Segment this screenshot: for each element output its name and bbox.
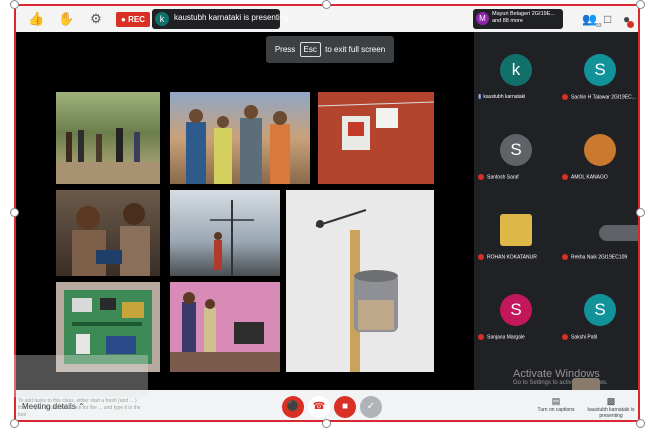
speaking-icon: ▮ — [478, 94, 482, 100]
resize-handle[interactable] — [322, 419, 331, 428]
fullscreen-banner: Press Esc to exit full screen — [266, 36, 394, 63]
mic-off-icon: ⚫ — [286, 401, 300, 412]
participant-tile[interactable]: ROHAN KOKATANUR — [474, 202, 558, 266]
participant-name: ROHAN KOKATANUR — [478, 254, 558, 261]
faded-tooltip-text: To add tasks to this class, either start… — [18, 398, 141, 418]
photo-classroom — [170, 282, 280, 372]
participant-avatar: S — [500, 294, 532, 326]
mic-off-icon — [478, 254, 484, 260]
participants-panel: k ▮ kaustubh karnataki S Sachin H Talawar… — [474, 32, 638, 390]
participant-name: Rekha Naik 2GI19EC109 — [562, 254, 638, 261]
participant-tile[interactable]: k ▮ kaustubh karnataki — [474, 42, 558, 106]
esc-prefix: Press — [274, 45, 296, 54]
participant-tile[interactable]: AMOL KANAGO — [558, 122, 638, 186]
gear-icon[interactable]: ⚙ — [88, 11, 104, 27]
resize-handle[interactable] — [10, 0, 19, 9]
shared-slide — [38, 82, 452, 384]
photo-sensor-pole — [286, 190, 434, 372]
esc-suffix: to exit full screen — [325, 45, 386, 54]
participant-avatar: k — [500, 54, 532, 86]
photo-group — [170, 92, 310, 184]
resize-handle[interactable] — [322, 0, 331, 9]
presenter-text: kaustubh karnataki is presenting — [174, 13, 289, 22]
hand-raise-icon[interactable]: ✋ — [58, 11, 74, 27]
participant-avatar: S — [584, 54, 616, 86]
presenter-avatar: k — [155, 12, 169, 26]
participant-tile[interactable]: S Sanjana Margale — [474, 282, 558, 346]
photo-workers — [56, 190, 160, 276]
captions-button[interactable]: ▤ Turn on captions — [534, 396, 578, 413]
presentation-stage: Press Esc to exit full screen — [16, 32, 474, 390]
participant-name: Sanjana Margale — [478, 334, 558, 341]
participant-name: Sakshi Patil — [562, 334, 638, 341]
participant-name: ▮ kaustubh karnataki — [478, 94, 558, 101]
captions-label: Turn on captions — [537, 407, 575, 413]
participant-name-text: Rekha Naik 2GI19EC109 — [571, 254, 628, 261]
mic-off-icon — [478, 174, 484, 180]
photo-weather-station — [170, 190, 280, 276]
resize-handle[interactable] — [636, 419, 645, 428]
participant-name-text: ROHAN KOKATANUR — [487, 254, 537, 261]
participant-name: Santosh Saraf — [478, 174, 558, 181]
present-screen-icon: ▩ — [606, 396, 616, 406]
phone-icon: ☎ — [312, 401, 326, 412]
presenting-label: kaustubh karnataki is presenting — [587, 407, 635, 419]
camera-off-icon: ■ — [341, 401, 349, 412]
participant-avatar: S — [500, 134, 532, 166]
participant-name-text: kaustubh karnataki — [483, 94, 526, 100]
participants-summary[interactable]: M Mayuri Belageri 2GI19E... and 88 more — [473, 9, 563, 29]
confirm-button[interactable]: ✓ — [360, 396, 382, 418]
participant-tile[interactable]: S Sakshi Patil — [558, 282, 638, 346]
participant-name: Sachin H Talawar 2GI19EC... — [562, 94, 638, 101]
participant-count: 93 — [596, 23, 602, 29]
participant-name-text: Santosh Saraf — [487, 174, 519, 181]
mic-off-icon — [562, 94, 568, 100]
mic-off-button[interactable]: ⚫ — [282, 396, 304, 418]
participants-summary-text: Mayuri Belageri 2GI19E... and 88 more — [492, 11, 555, 24]
mic-off-icon — [562, 174, 568, 180]
participant-name-text: Sanjana Margale — [487, 334, 525, 341]
people-icon[interactable]: 👥 — [582, 11, 597, 27]
chat-icon[interactable]: □ — [604, 11, 611, 27]
captions-icon: ▤ — [551, 396, 561, 406]
check-icon: ✓ — [366, 401, 376, 412]
participant-photo — [584, 134, 616, 166]
participant-name-text: Sakshi Patil — [571, 334, 598, 341]
hang-up-button[interactable]: ☎ — [308, 396, 330, 418]
recording-badge: ● REC — [116, 12, 150, 27]
participant-photo — [500, 214, 532, 246]
tile-hover-controls[interactable] — [599, 225, 638, 241]
mic-off-icon — [562, 254, 568, 260]
mic-off-icon — [562, 334, 568, 340]
participant-tile[interactable]: S Sachin H Talawar 2GI19EC... — [558, 42, 638, 106]
participant-avatar: M — [476, 12, 489, 25]
resize-handle[interactable] — [636, 0, 645, 9]
participant-name: AMOL KANAGO — [562, 174, 638, 181]
participant-name-text: AMOL KANAGO — [571, 174, 608, 181]
top-bar: 👍 ✋ ⚙ ● REC k kaustubh karnataki is pres… — [16, 6, 638, 32]
participant-tile[interactable]: S Santosh Saraf — [474, 122, 558, 186]
photo-villagers — [56, 92, 160, 184]
recording-label: REC — [128, 15, 145, 24]
faded-tooltip-panel — [14, 355, 148, 397]
presenter-indicator[interactable]: k kaustubh karnataki is presenting — [152, 9, 289, 29]
resize-handle[interactable] — [10, 208, 19, 217]
photo-device — [318, 92, 434, 184]
camera-off-button[interactable]: ■ — [334, 396, 356, 418]
esc-key: Esc — [299, 42, 321, 57]
participant-name-text: Sachin H Talawar 2GI19EC... — [571, 94, 636, 101]
resize-handle[interactable] — [10, 419, 19, 428]
presenting-button[interactable]: ▩ kaustubh karnataki is presenting — [586, 396, 636, 419]
participant-avatar: S — [584, 294, 616, 326]
resize-handle[interactable] — [636, 208, 645, 217]
thumbs-up-icon[interactable]: 👍 — [28, 11, 44, 27]
mic-off-icon — [478, 334, 484, 340]
notification-dot — [627, 21, 634, 28]
